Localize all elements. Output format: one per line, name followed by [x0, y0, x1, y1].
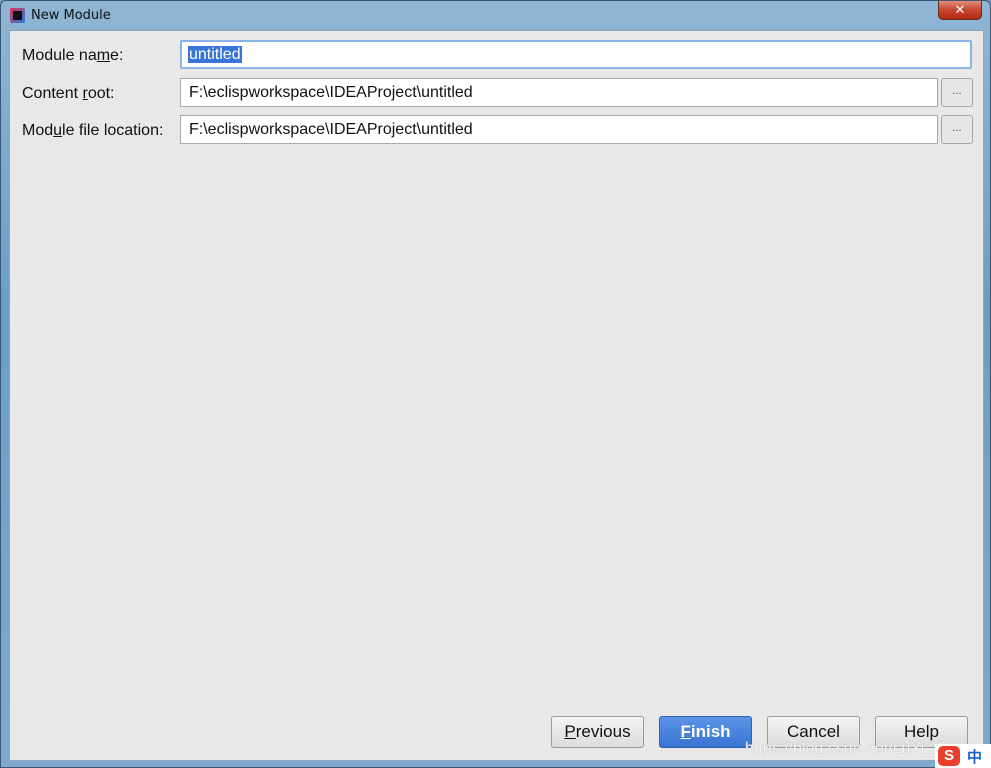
close-icon: ✕ — [954, 2, 966, 17]
sogou-logo-icon: S — [938, 746, 960, 766]
intellij-app-icon — [10, 8, 25, 23]
module-file-location-input[interactable]: F:\eclispworkspace\IDEAProject\untitled — [180, 115, 938, 144]
window-title: New Module — [31, 8, 111, 23]
previous-button[interactable]: Previous — [551, 716, 644, 748]
module-file-location-label: Module file location: — [22, 122, 164, 139]
ime-indicator[interactable]: S 中 — [935, 744, 991, 768]
dialog-content: Module name: untitled Content root: F:\e… — [9, 30, 984, 761]
content-root-browse-button[interactable]: ... — [941, 78, 973, 107]
ime-mode-label: 中 — [967, 749, 983, 766]
content-root-label: Content root: — [22, 85, 115, 102]
finish-button[interactable]: Finish — [659, 716, 752, 748]
title-bar[interactable]: New Module ✕ — [1, 1, 990, 30]
module-name-input[interactable]: untitled — [180, 40, 972, 69]
module-file-location-browse-button[interactable]: ... — [941, 115, 973, 144]
module-name-value: untitled — [188, 46, 242, 63]
dialog-window: New Module ✕ Module name: untitled Conte… — [0, 0, 991, 768]
module-name-label: Module name: — [22, 47, 124, 64]
content-root-input[interactable]: F:\eclispworkspace\IDEAProject\untitled — [180, 78, 938, 107]
close-button[interactable]: ✕ — [938, 1, 982, 20]
